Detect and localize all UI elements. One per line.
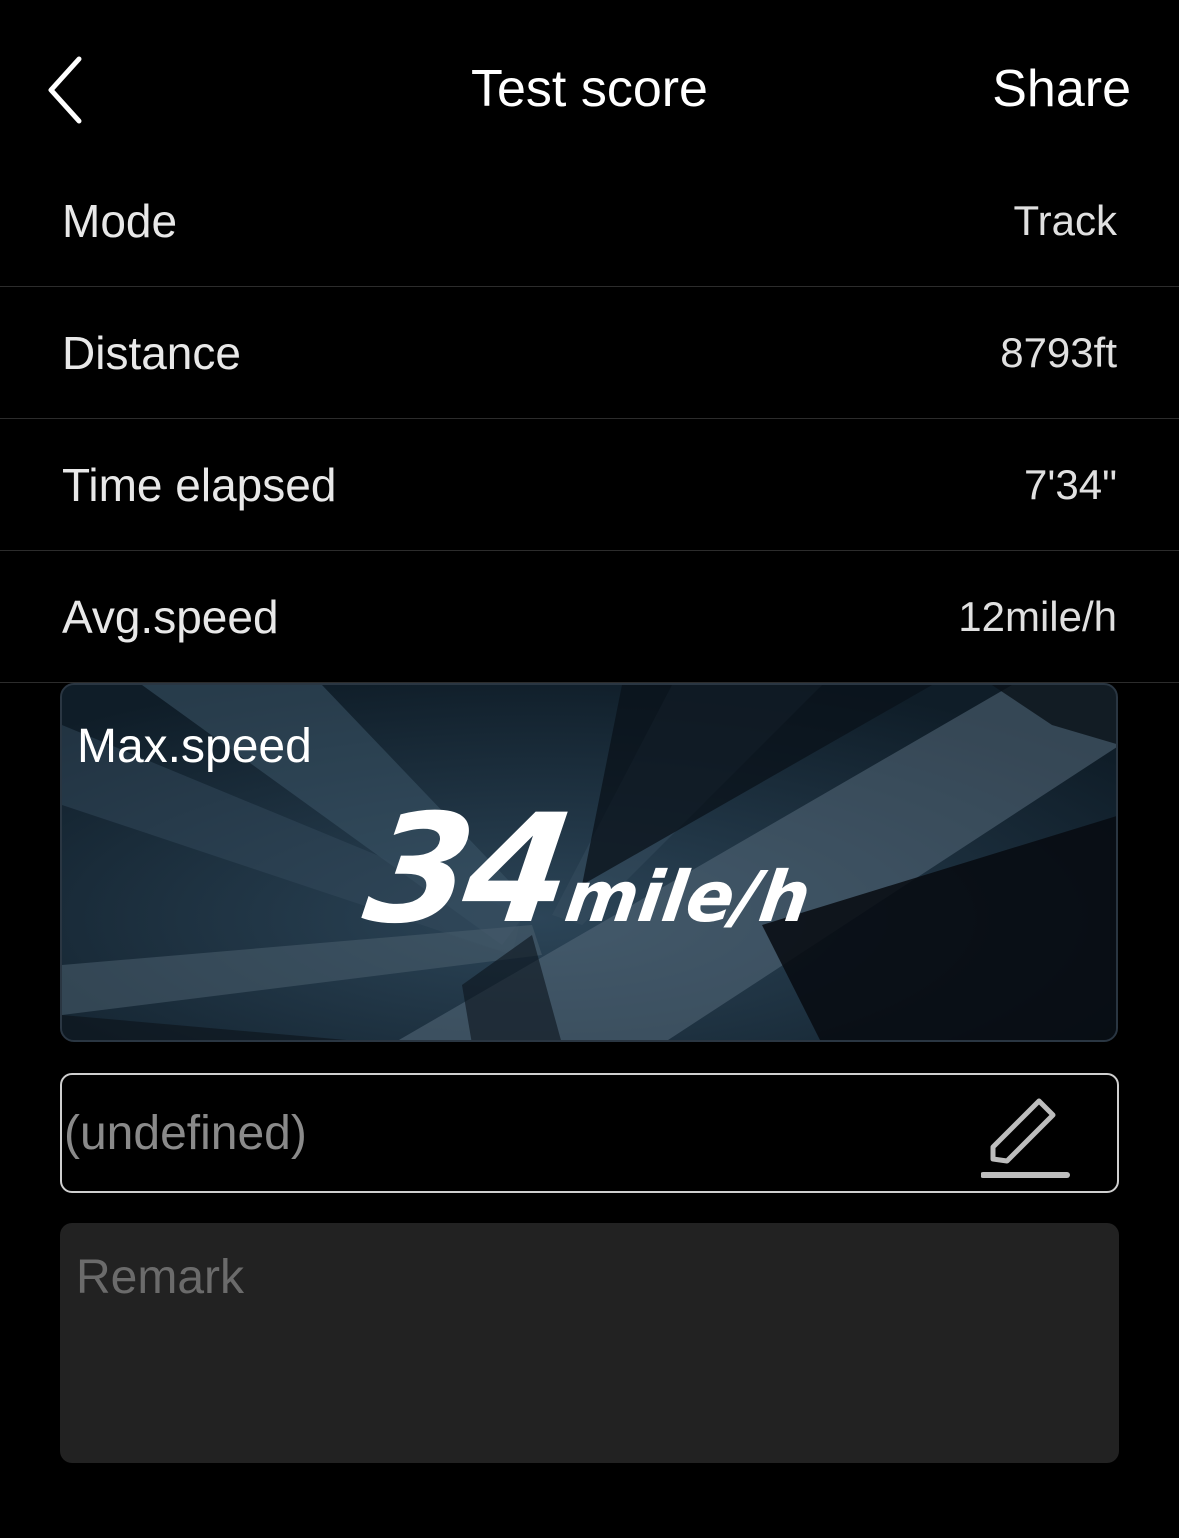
stat-row-mode: Mode Track	[0, 155, 1179, 287]
stat-row-time-elapsed: Time elapsed 7'34"	[0, 419, 1179, 551]
stat-row-distance: Distance 8793ft	[0, 287, 1179, 419]
stat-row-avg-speed: Avg.speed 12mile/h	[0, 551, 1179, 683]
stat-value: 12mile/h	[958, 592, 1117, 640]
name-input[interactable]	[62, 1075, 962, 1191]
stats-list: Mode Track Distance 8793ft Time elapsed …	[0, 155, 1179, 683]
stat-label: Mode	[62, 194, 178, 247]
name-field	[60, 1073, 1119, 1193]
max-speed-unit: mile/h	[560, 856, 817, 938]
pencil-edit-icon[interactable]	[981, 1089, 1073, 1181]
stat-label: Time elapsed	[62, 458, 337, 511]
stat-label: Distance	[62, 326, 241, 379]
max-speed-value: 34	[355, 783, 577, 957]
remark-box	[60, 1223, 1119, 1463]
max-speed-card: Max.speed 34mile/h	[60, 683, 1118, 1042]
test-score-screen: Test score Share Mode Track Distance 879…	[0, 0, 1179, 1538]
stat-label: Avg.speed	[62, 590, 279, 643]
share-button[interactable]: Share	[992, 58, 1131, 120]
max-speed-readout: 34mile/h	[62, 783, 1116, 957]
stat-value: 8793ft	[1000, 328, 1117, 376]
max-speed-label: Max.speed	[77, 720, 312, 773]
remark-input[interactable]	[60, 1223, 1119, 1463]
stat-value: 7'34"	[1023, 460, 1117, 508]
nav-header: Test score Share	[0, 0, 1179, 160]
stat-value: Track	[1013, 196, 1117, 244]
